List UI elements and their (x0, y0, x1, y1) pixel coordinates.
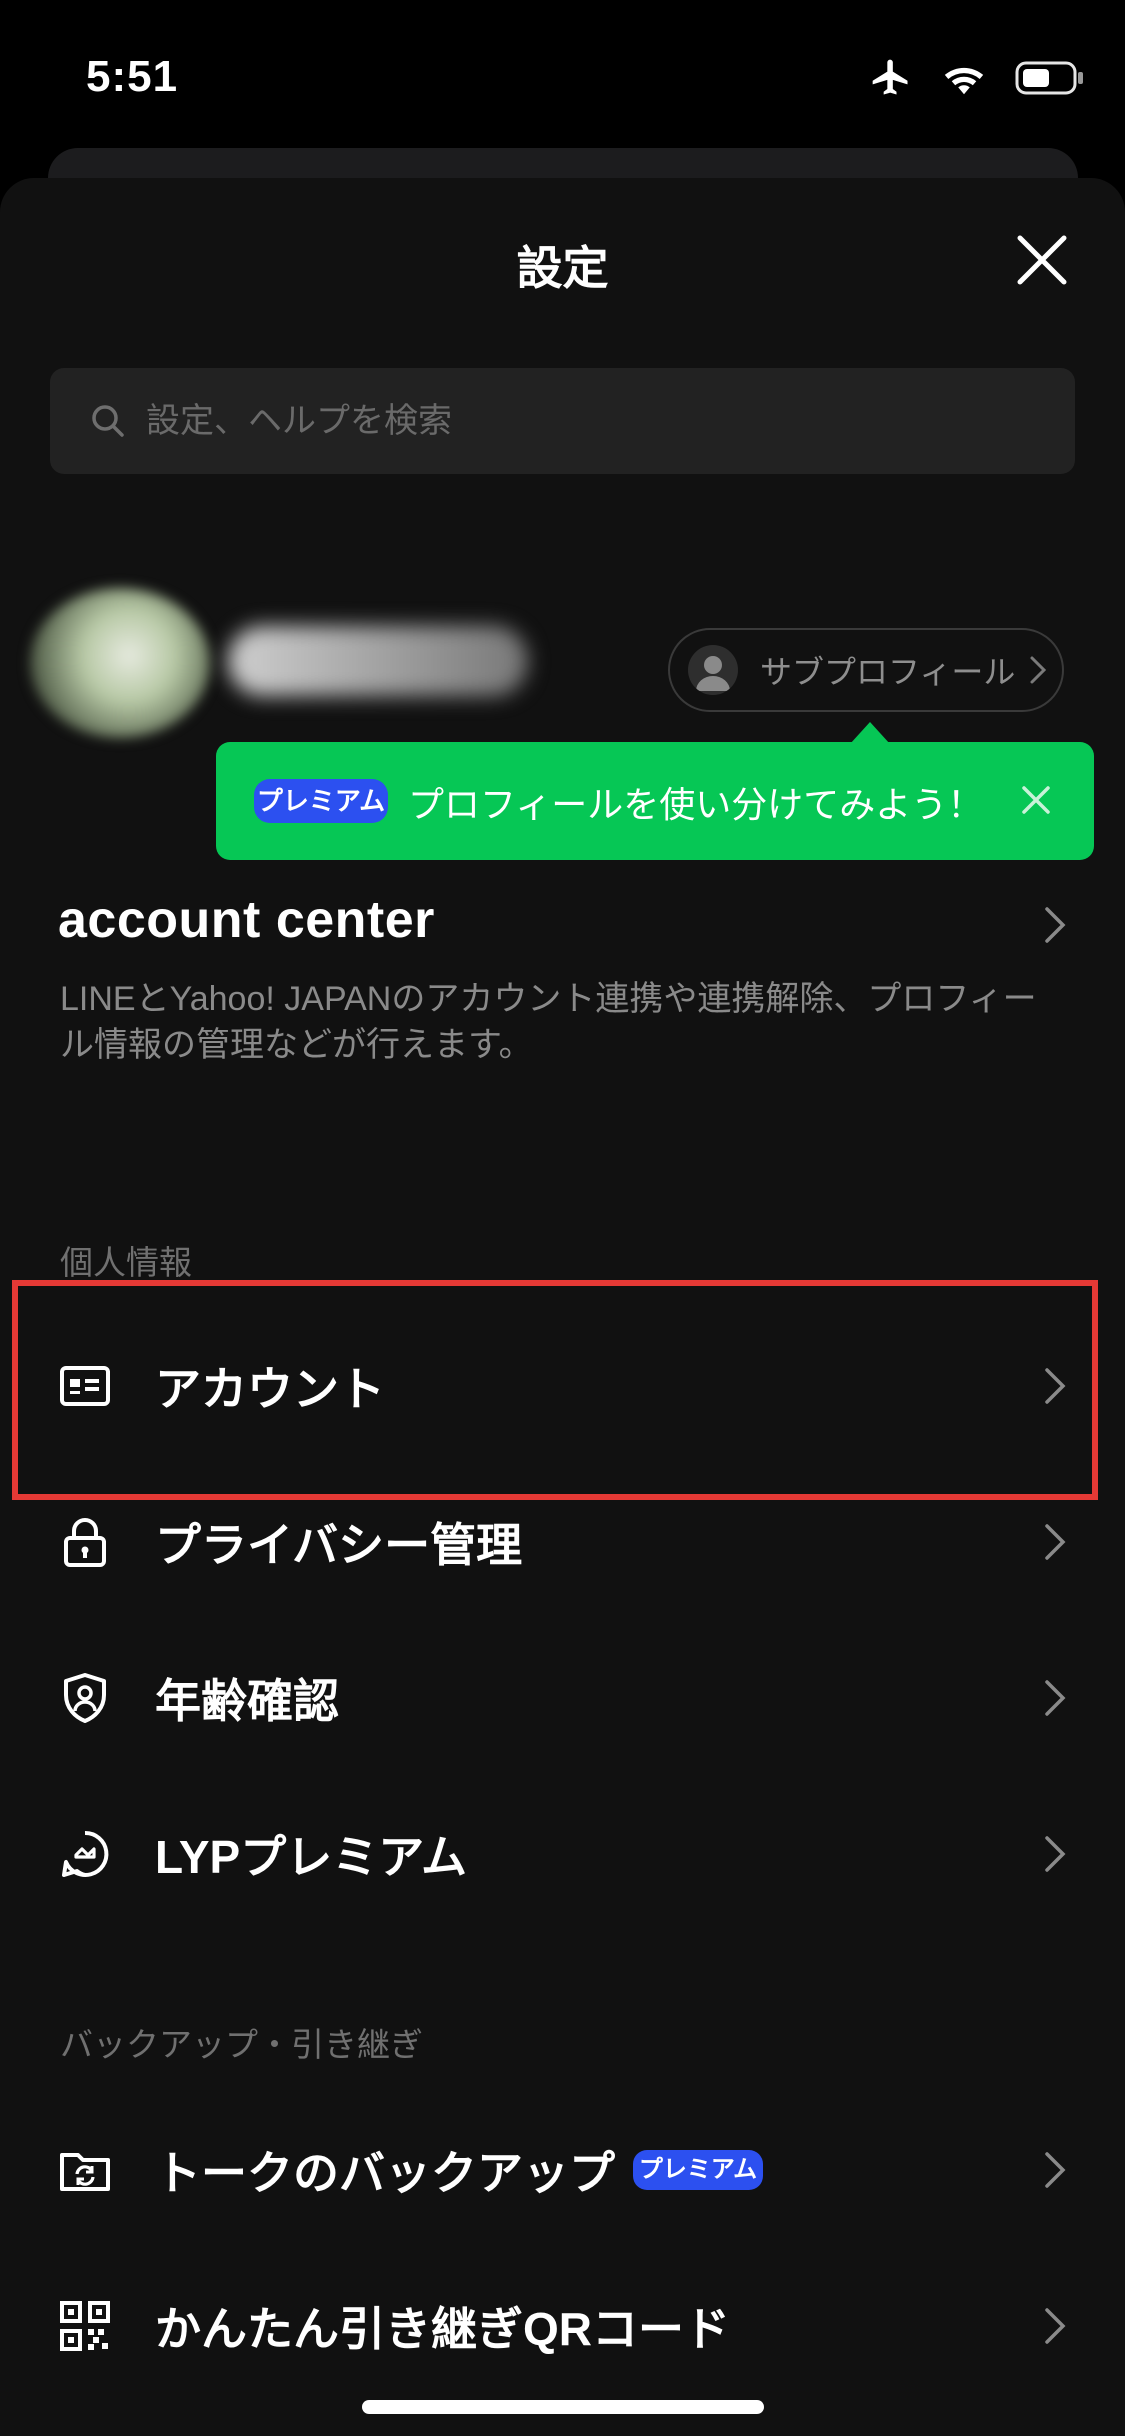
wifi-icon (944, 67, 984, 95)
close-button[interactable] (1012, 230, 1072, 290)
row-label-text: トークのバックアップ (155, 2147, 615, 2199)
close-icon[interactable] (1016, 780, 1056, 820)
avatar[interactable] (30, 588, 210, 738)
subprofile-button[interactable]: サブプロフィール (668, 628, 1064, 712)
chevron-right-icon[interactable] (1043, 905, 1067, 945)
chevron-right-icon (1045, 1680, 1066, 1716)
search-bar[interactable] (50, 368, 1075, 474)
premium-icon (62, 1830, 109, 1877)
premium-badge: プレミアム (633, 2150, 763, 2190)
section-label-backup: バックアップ・引き継ぎ (60, 2026, 423, 2063)
row-label: トークのバックアップ プレミアム (155, 2137, 763, 2203)
lock-icon (64, 1518, 106, 1567)
row-label: 年齢確認 (155, 1675, 339, 1727)
airplane-icon (872, 59, 908, 95)
status-icons (869, 56, 1085, 100)
tooltip-text: プロフィールを使い分けてみよう！ (408, 784, 984, 825)
chevron-right-icon (1045, 1836, 1066, 1872)
shield-person-icon (64, 1673, 106, 1723)
chevron-right-icon (1045, 2308, 1066, 2344)
close-icon (1017, 235, 1067, 285)
search-icon (92, 405, 124, 437)
row-label: かんたん引き継ぎQRコード (155, 2303, 730, 2355)
page-title: 設定 (516, 242, 609, 294)
settings-row-age-verification[interactable]: 年齢確認 (0, 1628, 1125, 1768)
account-center-title[interactable]: account center (58, 890, 435, 950)
subprofile-label: サブプロフィール (760, 654, 1016, 690)
profile-name (228, 626, 528, 696)
chevron-right-icon (1045, 2152, 1066, 2188)
person-icon (688, 645, 738, 695)
chevron-right-icon (1045, 1524, 1066, 1560)
battery-icon (1015, 61, 1083, 95)
tooltip-arrow (850, 722, 890, 744)
row-label: LYPプレミアム (155, 1831, 468, 1883)
premium-tooltip[interactable]: プレミアム プロフィールを使い分けてみよう！ (216, 742, 1094, 860)
settings-row-privacy[interactable]: プライバシー管理 (0, 1472, 1125, 1612)
search-input[interactable] (146, 401, 1046, 441)
section-label-personal: 個人情報 (60, 1244, 192, 1281)
premium-badge: プレミアム (254, 779, 388, 823)
folder-sync-icon (60, 2153, 110, 2191)
chevron-right-icon (1030, 656, 1047, 684)
account-center-description: LINEとYahoo! JAPANのアカウント連携や連携解除、プロフィール情報の… (60, 980, 1037, 1064)
home-indicator (362, 2400, 764, 2414)
settings-row-qr-transfer[interactable]: かんたん引き継ぎQRコード (0, 2256, 1125, 2396)
row-label: プライバシー管理 (155, 1519, 523, 1571)
status-time: 5:51 (86, 52, 179, 101)
settings-row-talk-backup[interactable]: トークのバックアップ プレミアム (0, 2100, 1125, 2240)
highlight-box (12, 1280, 1098, 1500)
settings-row-lyp-premium[interactable]: LYPプレミアム (0, 1784, 1125, 1924)
qr-code-icon (60, 2301, 110, 2351)
